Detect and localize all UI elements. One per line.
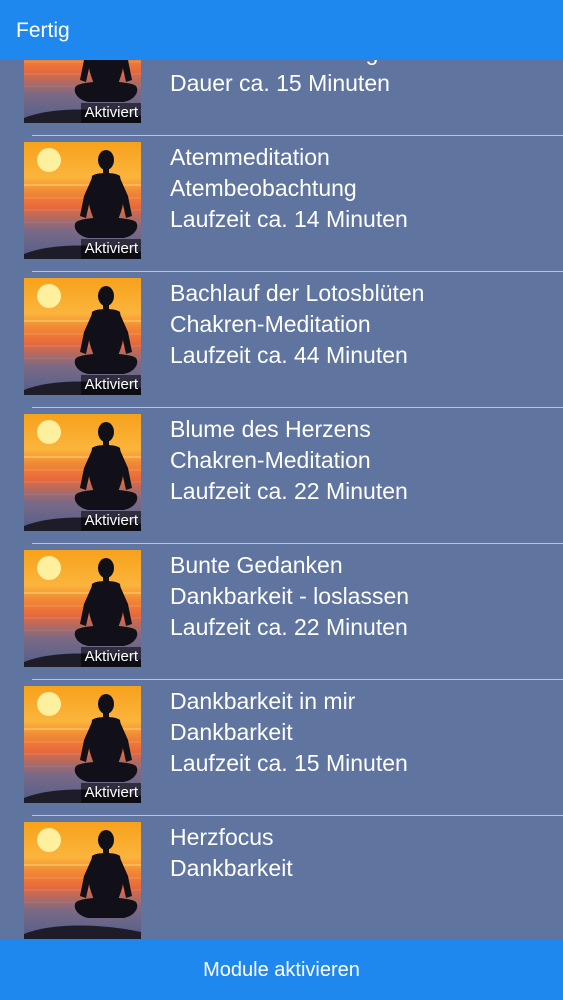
meditation-sunset-thumbnail: Aktiviert [24,60,141,123]
meditation-sunset-thumbnail [24,822,141,939]
module-title: Atemmeditation [170,144,330,170]
module-subtitle: Mit kurzer Einleitung [170,60,550,68]
module-row-4[interactable]: Aktiviert Blume des Herzens Chakren-Medi… [0,408,563,544]
module-title: Bunte Gedanken [170,552,343,578]
activated-badge: Aktiviert [80,239,141,259]
activated-badge: Aktiviert [80,647,141,667]
module-title: Herzfocus [170,824,274,850]
module-title: Blume des Herzens [170,416,371,442]
module-title: Bachlauf der Lotosblüten [170,280,425,306]
module-subtitle: Atembeobachtung [170,175,357,201]
activated-badge: Aktiviert [80,783,141,803]
module-row-6[interactable]: Aktiviert Dankbarkeit in mir Dankbarkeit… [0,680,563,816]
module-row-7[interactable]: Herzfocus Dankbarkeit [0,816,563,940]
top-navigation-bar: Fertig [0,0,563,60]
module-row-3[interactable]: Aktiviert Bachlauf der Lotosblüten Chakr… [0,272,563,408]
module-text-block: Bachlauf der Lotosblüten Chakren-Meditat… [170,278,550,371]
module-duration: Laufzeit ca. 22 Minuten [170,614,408,640]
module-subtitle: Dankbarkeit [170,719,293,745]
module-subtitle: Dankbarkeit [170,855,293,881]
module-text-block: Blume des Herzens Chakren-Meditation Lau… [170,414,550,507]
meditation-sunset-thumbnail: Aktiviert [24,550,141,667]
module-duration: Dauer ca. 15 Minuten [170,70,390,96]
module-duration: Laufzeit ca. 44 Minuten [170,342,408,368]
module-subtitle: Dankbarkeit - loslassen [170,583,410,609]
activate-modules-button[interactable]: Module aktivieren [0,940,563,1000]
activated-badge: Aktiviert [80,511,141,531]
module-subtitle: Chakren-Meditation [170,447,371,473]
module-subtitle: Chakren-Meditation [170,311,371,337]
module-row-5[interactable]: Aktiviert Bunte Gedanken Dankbarkeit - l… [0,544,563,680]
meditation-silhouette-icon [24,822,141,939]
meditation-sunset-thumbnail: Aktiviert [24,686,141,803]
module-duration: Laufzeit ca. 22 Minuten [170,478,408,504]
module-row-1[interactable]: Aktiviert Freie Meditation Mit kurzer Ei… [0,60,563,136]
done-button[interactable]: Fertig [16,19,70,43]
activated-badge: Aktiviert [80,375,141,395]
module-text-block: Freie Meditation Mit kurzer Einleitung D… [170,60,550,99]
module-text-block: Bunte Gedanken Dankbarkeit - loslassen L… [170,550,550,643]
activated-badge: Aktiviert [80,103,141,123]
module-text-block: Atemmeditation Atembeobachtung Laufzeit … [170,142,550,235]
meditation-sunset-thumbnail: Aktiviert [24,142,141,259]
module-list-content: Aktiviert Freie Meditation Mit kurzer Ei… [0,60,563,940]
meditation-sunset-thumbnail: Aktiviert [24,278,141,395]
module-text-block: Herzfocus Dankbarkeit [170,822,550,884]
module-duration: Laufzeit ca. 15 Minuten [170,750,408,776]
module-list[interactable]: Aktiviert Freie Meditation Mit kurzer Ei… [0,60,563,940]
bottom-action-bar: Module aktivieren [0,940,563,1000]
meditation-sunset-thumbnail: Aktiviert [24,414,141,531]
app-screen: Fertig Aktiviert Dauer ca. 15 Minuten Ak… [0,0,563,1000]
module-text-block: Dankbarkeit in mir Dankbarkeit Laufzeit … [170,686,550,779]
module-row-2[interactable]: Aktiviert Atemmeditation Atembeobachtung… [0,136,563,272]
module-duration: Laufzeit ca. 14 Minuten [170,206,408,232]
module-title: Dankbarkeit in mir [170,688,356,714]
